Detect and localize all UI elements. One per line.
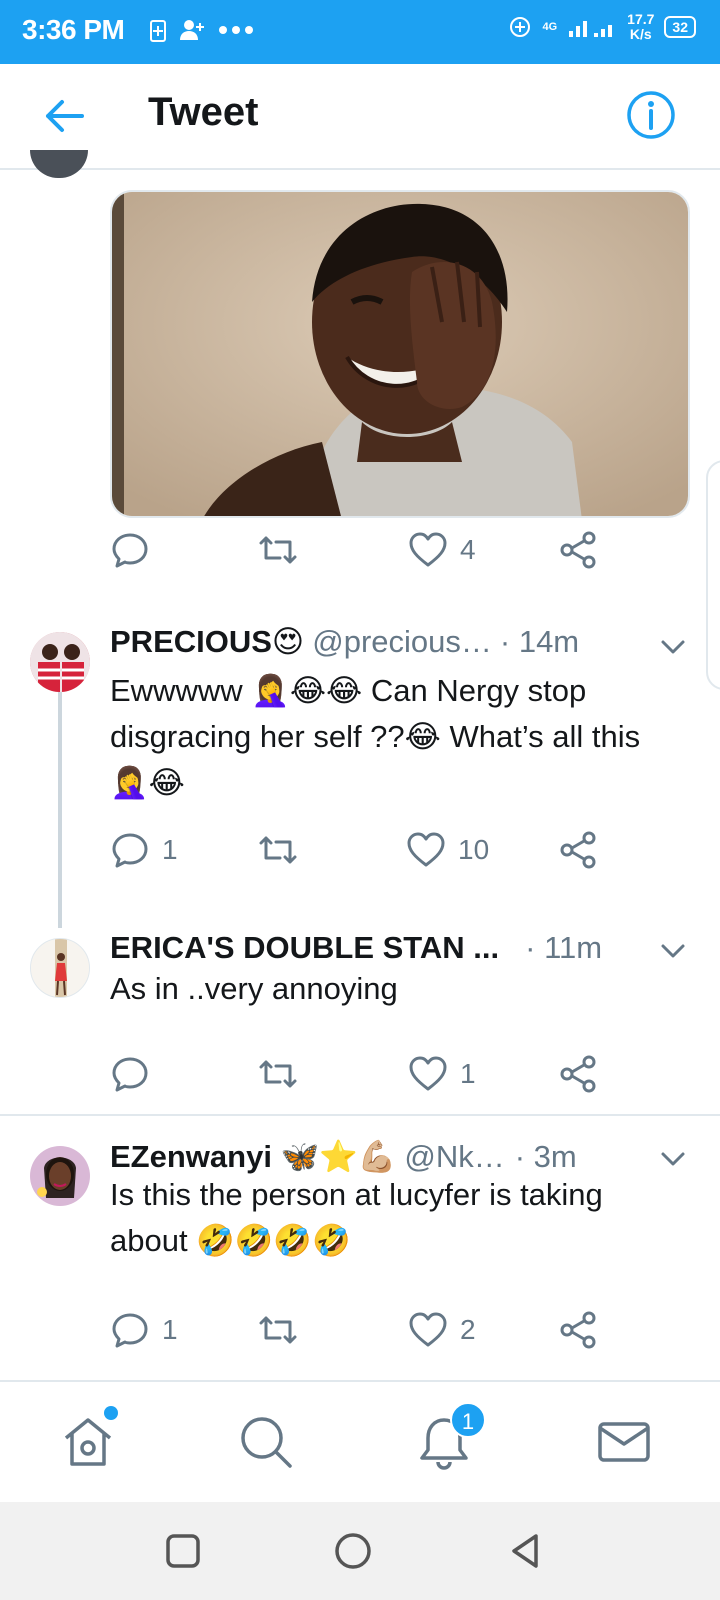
bottom-navigation: 1 bbox=[0, 1380, 720, 1502]
tweet-time: · 14m bbox=[499, 624, 580, 659]
tweet-header: PRECIOUS😍 @precious… · 14m bbox=[110, 624, 579, 660]
speed-value: 17.7 bbox=[627, 11, 655, 27]
share-icon bbox=[560, 1311, 596, 1349]
user-name[interactable]: EZenwanyi 🦋⭐💪🏼 bbox=[110, 1138, 396, 1175]
network-speed: 17.7 K/s bbox=[627, 12, 654, 42]
side-panel-edge bbox=[706, 460, 720, 690]
status-left-icons bbox=[150, 18, 254, 42]
notifications-badge: 1 bbox=[450, 1402, 486, 1438]
thread-line bbox=[58, 690, 62, 928]
reply-button[interactable] bbox=[110, 530, 162, 570]
like-icon bbox=[409, 532, 447, 567]
like-icon bbox=[409, 1312, 447, 1347]
speed-unit: K/s bbox=[629, 26, 652, 42]
avatar[interactable] bbox=[30, 632, 90, 692]
status-right-icons: 4G 17.7 K/s 32 bbox=[508, 12, 696, 42]
tweet-time: · 3m bbox=[514, 1138, 577, 1174]
tweet-text: Ewwwww 🤦‍♀️😂😂 Can Nergy stop disgracing … bbox=[110, 673, 641, 800]
tweet-text: Is this the person at lucyfer is taking … bbox=[110, 1177, 603, 1258]
like-button[interactable]: 2 bbox=[408, 1310, 476, 1350]
share-icon bbox=[560, 531, 596, 569]
avatar-image bbox=[30, 1146, 90, 1206]
share-button[interactable] bbox=[558, 1054, 598, 1094]
like-button[interactable]: 1 bbox=[408, 1054, 476, 1094]
avatar-image bbox=[30, 632, 90, 692]
media-illustration bbox=[112, 192, 688, 516]
retweet-button[interactable] bbox=[258, 530, 310, 570]
recents-icon[interactable] bbox=[162, 1530, 204, 1572]
retweet-icon bbox=[259, 1316, 297, 1344]
signal-icon bbox=[569, 21, 613, 37]
chevron-down-icon[interactable] bbox=[658, 936, 688, 966]
share-button[interactable] bbox=[558, 830, 598, 870]
avatar-image bbox=[31, 939, 89, 997]
home-icon[interactable] bbox=[58, 1412, 118, 1472]
avatar[interactable] bbox=[30, 938, 90, 998]
battery-indicator: 32 bbox=[664, 16, 696, 38]
reply-icon bbox=[112, 833, 148, 868]
tweet-divider bbox=[0, 1114, 720, 1116]
retweet-icon bbox=[259, 536, 297, 564]
status-time: 3:36 PM bbox=[22, 14, 125, 45]
retweet-button[interactable] bbox=[258, 1054, 310, 1094]
reply-button[interactable]: 1 bbox=[110, 1310, 178, 1350]
avatar[interactable] bbox=[30, 1146, 90, 1206]
chevron-down-icon[interactable] bbox=[658, 632, 688, 662]
data-saver-icon bbox=[510, 17, 531, 37]
share-icon bbox=[560, 1055, 596, 1093]
tweet-header: EZenwanyi 🦋⭐💪🏼 @Nk… · 3m bbox=[110, 1138, 577, 1175]
battery-saver-icon bbox=[150, 20, 166, 42]
like-icon bbox=[407, 832, 445, 867]
like-button[interactable]: 4 bbox=[408, 530, 476, 570]
app-header: Tweet bbox=[0, 64, 720, 170]
search-icon[interactable] bbox=[236, 1412, 296, 1472]
user-handle[interactable]: @precious… bbox=[312, 624, 492, 660]
more-dots-icon bbox=[219, 26, 253, 34]
parent-tweet-avatar[interactable] bbox=[30, 150, 88, 178]
retweet-button[interactable] bbox=[258, 830, 310, 870]
tweet-text: As in ..very annoying bbox=[110, 971, 398, 1006]
reply-icon bbox=[112, 1313, 148, 1348]
add-contact-icon bbox=[180, 20, 204, 40]
share-icon bbox=[560, 831, 596, 869]
tweet-header: ERICA'S DOUBLE STAN ... · 11m bbox=[110, 930, 602, 966]
messages-icon[interactable] bbox=[594, 1412, 654, 1472]
back-arrow-icon[interactable] bbox=[42, 94, 86, 138]
page-title: Tweet bbox=[148, 90, 259, 134]
like-icon bbox=[409, 1056, 447, 1091]
network-type: 4G bbox=[542, 21, 558, 33]
like-count: 4 bbox=[460, 534, 476, 565]
home-circle-icon[interactable] bbox=[332, 1530, 374, 1572]
tweet-media-image[interactable] bbox=[110, 190, 690, 518]
info-icon[interactable] bbox=[626, 90, 676, 140]
system-navigation-bar bbox=[0, 1502, 720, 1600]
reply-count: 1 bbox=[162, 1314, 178, 1345]
reply-icon bbox=[112, 1057, 148, 1092]
reply-button[interactable] bbox=[110, 1054, 162, 1094]
back-triangle-icon[interactable] bbox=[504, 1530, 546, 1572]
user-name[interactable]: ERICA'S DOUBLE STAN ... bbox=[110, 930, 499, 966]
reply-icon bbox=[112, 533, 148, 568]
retweet-icon bbox=[259, 1060, 297, 1088]
like-count: 2 bbox=[460, 1314, 476, 1345]
chevron-down-icon[interactable] bbox=[658, 1144, 688, 1174]
status-bar: 3:36 PM 4G 17.7 K/s 32 bbox=[0, 0, 720, 64]
like-count: 10 bbox=[458, 834, 490, 865]
user-handle[interactable]: @Nk… bbox=[404, 1139, 504, 1175]
share-button[interactable] bbox=[558, 1310, 598, 1350]
tweet-time: · 11m bbox=[525, 930, 603, 965]
retweet-button[interactable] bbox=[258, 1310, 310, 1350]
home-new-indicator bbox=[104, 1406, 118, 1420]
like-button[interactable]: 10 bbox=[406, 830, 489, 870]
reply-count: 1 bbox=[162, 834, 178, 865]
like-count: 1 bbox=[460, 1058, 476, 1089]
retweet-icon bbox=[259, 836, 297, 864]
user-name[interactable]: PRECIOUS😍 bbox=[110, 624, 304, 660]
reply-button[interactable]: 1 bbox=[110, 830, 178, 870]
share-button[interactable] bbox=[558, 530, 598, 570]
